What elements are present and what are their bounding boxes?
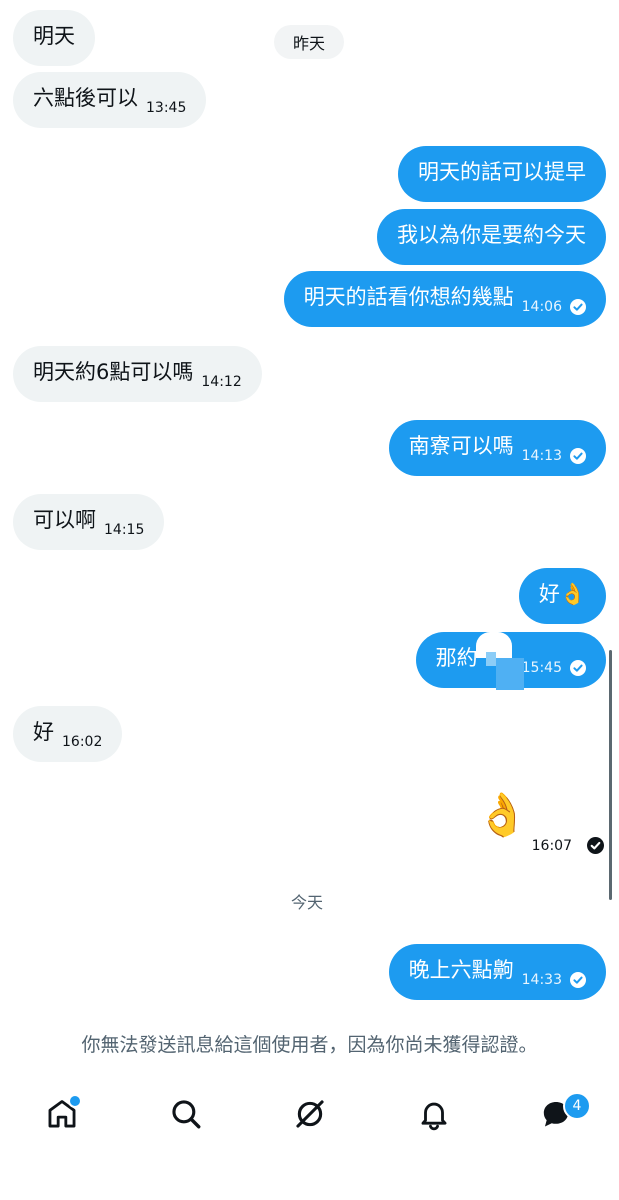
date-separator-today: 今天 bbox=[291, 893, 324, 912]
nav-search[interactable] bbox=[166, 1094, 206, 1134]
message-text: 明天的話可以提早 bbox=[418, 159, 586, 184]
message-bubble-outgoing[interactable]: 明天的話看你想約幾點 14:06 bbox=[283, 271, 606, 327]
message-bubble-incoming[interactable]: 明天約6點可以嗎 14:12 bbox=[13, 346, 262, 402]
message-text: 我以為你是要約今天 bbox=[397, 222, 586, 247]
scrollbar[interactable] bbox=[609, 650, 612, 900]
message-text: 南寮可以嗎 bbox=[408, 433, 514, 458]
message-bubble-incoming[interactable]: 好 16:02 bbox=[13, 706, 123, 762]
message-text: 好 bbox=[33, 719, 54, 744]
search-icon bbox=[172, 1100, 201, 1129]
message-text: 那約 bbox=[435, 645, 478, 670]
nav-grok[interactable] bbox=[290, 1094, 330, 1134]
message-text: 六點後可以 bbox=[33, 85, 138, 110]
message-bubble-outgoing[interactable]: 好👌 bbox=[518, 568, 606, 624]
verification-notice: 你無法發送訊息給這個使用者，因為你尚未獲得認證。 bbox=[81, 1034, 538, 1056]
message-bubble-outgoing[interactable]: 晚上六點齁 14:33 bbox=[388, 944, 606, 1000]
check-circle-icon bbox=[570, 972, 586, 988]
check-circle-icon bbox=[570, 448, 586, 464]
message-bubble-outgoing[interactable]: 明天的話可以提早 bbox=[398, 146, 606, 202]
message-bubble-outgoing[interactable]: 南寮可以嗎 14:13 bbox=[388, 420, 606, 476]
dm-conversation-screen: 明天 昨天 六點後可以 13:45 明天的話可以提早 我以為你是要約今天 明天的… bbox=[0, 0, 619, 1200]
message-bubble-incoming[interactable]: 可以啊 14:15 bbox=[13, 494, 165, 550]
check-circle-icon bbox=[587, 837, 604, 854]
message-time: 14:15 bbox=[104, 522, 145, 538]
message-time: 14:06 bbox=[521, 299, 562, 315]
bell-icon bbox=[421, 1102, 447, 1131]
message-time: 14:12 bbox=[201, 374, 242, 390]
message-text: 明天的話看你想約幾點 bbox=[303, 284, 514, 309]
message-time: 14:33 bbox=[521, 972, 562, 988]
unread-dot bbox=[68, 1094, 82, 1108]
message-text: 晚上六點齁 bbox=[408, 957, 514, 982]
message-time: 13:45 bbox=[146, 100, 187, 116]
check-circle-icon bbox=[570, 660, 586, 676]
check-circle-icon bbox=[570, 299, 586, 315]
message-time: 16:07 bbox=[531, 838, 572, 854]
message-text: 明天 bbox=[33, 23, 75, 48]
badge-count: 4 bbox=[572, 1098, 582, 1114]
date-separator-label: 昨天 bbox=[292, 34, 325, 53]
message-time: 14:13 bbox=[521, 448, 562, 464]
message-text: 👌 bbox=[476, 790, 529, 839]
grok-icon bbox=[296, 1100, 324, 1128]
messages-unread-badge: 4 bbox=[563, 1092, 591, 1120]
redaction-overlay bbox=[496, 658, 524, 690]
redaction-overlay bbox=[486, 652, 496, 666]
message-text: 可以啊 bbox=[33, 507, 96, 532]
message-text: 好👌 bbox=[538, 581, 586, 606]
message-text: 明天約6點可以嗎 bbox=[33, 359, 194, 384]
message-bubble-incoming[interactable]: 明天 bbox=[13, 10, 95, 66]
message-emoji-outgoing[interactable]: 👌 16:07 bbox=[406, 790, 606, 860]
message-time: 15:45 bbox=[521, 660, 562, 676]
bottom-nav-bar bbox=[0, 1082, 619, 1150]
message-bubble-outgoing[interactable]: 我以為你是要約今天 bbox=[377, 209, 606, 265]
message-time: 16:02 bbox=[62, 734, 103, 750]
message-bubble-incoming[interactable]: 六點後可以 13:45 bbox=[13, 72, 207, 128]
nav-notifications[interactable] bbox=[414, 1094, 454, 1134]
date-separator-yesterday: 昨天 bbox=[274, 25, 344, 59]
